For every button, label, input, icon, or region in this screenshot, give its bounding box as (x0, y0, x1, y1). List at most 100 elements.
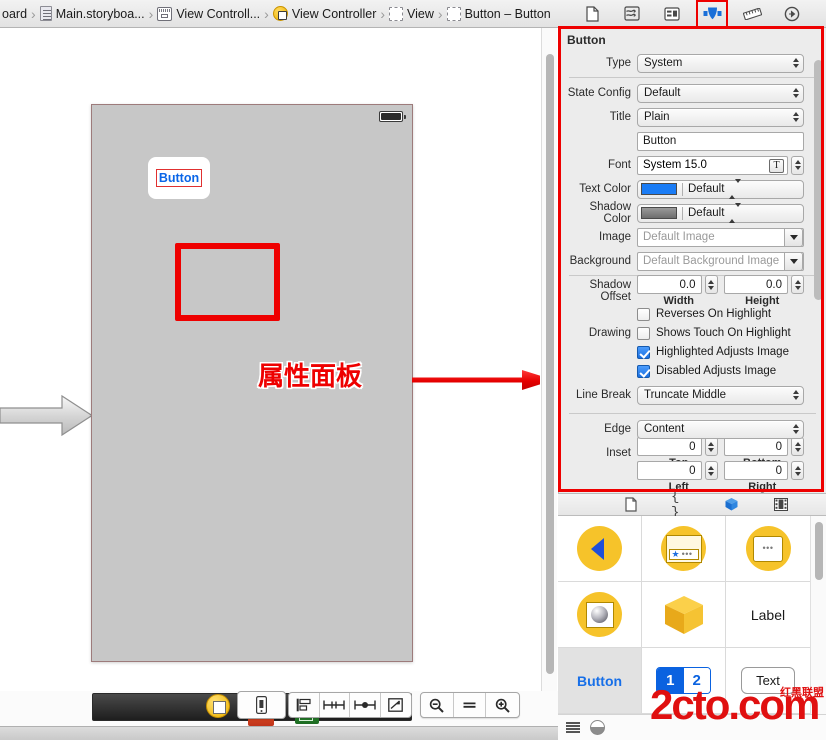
shadow-offset-height-stepper[interactable] (791, 275, 804, 294)
shadow-color-swatch[interactable] (641, 207, 677, 219)
canvas-vertical-scrollbar[interactable] (541, 28, 557, 691)
library-item-button-text: Button (577, 673, 622, 689)
canvas-scrollbar-thumb[interactable] (546, 54, 554, 674)
reverses-on-highlight-checkbox[interactable] (637, 308, 650, 321)
drawing-option-1[interactable]: Drawing Shows Touch On Highlight (559, 324, 826, 342)
attributes-inspector-tab[interactable] (701, 4, 723, 24)
canvas-button[interactable]: Button (148, 157, 210, 199)
inset-left-input[interactable]: 0 (637, 461, 702, 480)
inset-left-value: 0 (689, 465, 695, 477)
library-scrollbar-thumb[interactable] (815, 522, 823, 580)
library-item-object[interactable] (642, 582, 726, 648)
drawing-option-2[interactable]: Highlighted Adjusts Image (559, 343, 826, 361)
device-preview-button[interactable] (238, 692, 285, 718)
background-combo[interactable]: Default Background Image (637, 252, 804, 271)
align-button[interactable] (289, 693, 320, 717)
pin-button[interactable] (320, 693, 351, 717)
inset-right-stepper[interactable] (791, 461, 804, 480)
shadow-offset-width-input[interactable]: 0.0 (637, 275, 702, 294)
library-item-label[interactable]: Label (726, 582, 810, 648)
view-controller-dock-icon[interactable] (206, 694, 230, 718)
highlighted-adjusts-image-checkbox[interactable] (637, 346, 650, 359)
resizing-behavior-button[interactable] (381, 693, 411, 717)
code-snippet-library-tab[interactable]: { } (671, 496, 691, 513)
library-item-toolbar-item[interactable]: ••• (726, 516, 810, 582)
breadcrumb-item-4[interactable]: View (389, 7, 434, 21)
identity-inspector-tab[interactable] (661, 4, 683, 24)
inspector-scrollbar-thumb[interactable] (814, 60, 823, 300)
media-library-tab[interactable] (771, 496, 791, 513)
file-inspector-tab[interactable] (581, 4, 603, 24)
inset-top-stepper[interactable] (705, 437, 718, 456)
inset-bottom-stepper[interactable] (791, 437, 804, 456)
tab-bar-item-icon: ★••• (661, 526, 706, 571)
drawing-option-0[interactable]: Reverses On Highlight (559, 305, 826, 323)
library-item-text-field[interactable]: Text (726, 648, 810, 714)
library-item-button[interactable]: Button (558, 648, 642, 714)
button-icon (447, 7, 461, 21)
connections-inspector-tab[interactable] (781, 4, 803, 24)
chevron-down-icon[interactable] (784, 252, 803, 271)
breadcrumb-item-2[interactable]: View Controll... (157, 7, 260, 21)
attributes-inspector-icon (703, 6, 722, 21)
library-item-nav-back[interactable] (558, 516, 642, 582)
inset-top-value: 0 (689, 441, 695, 453)
drawing-option-label: Shows Touch On Highlight (656, 327, 791, 339)
zoom-button-group[interactable] (420, 692, 520, 718)
inspector-scrollbar[interactable] (814, 60, 823, 493)
edge-select[interactable]: Content (637, 420, 804, 439)
line-break-value: Truncate Middle (644, 389, 726, 401)
chevron-updown-icon (793, 58, 799, 68)
inset-top-input[interactable]: 0 (637, 437, 702, 456)
library-item-image-view[interactable] (558, 582, 642, 648)
breadcrumb-separator: › (380, 6, 385, 22)
font-input[interactable]: System 15.0 T (637, 156, 788, 175)
state-config-label: State Config (559, 87, 637, 99)
title-style-select[interactable]: Plain (637, 108, 804, 127)
autolayout-button-group[interactable] (288, 692, 412, 718)
title-style-row: Title Plain (559, 107, 826, 127)
text-color-select[interactable]: Default (637, 180, 804, 199)
disabled-adjusts-image-checkbox[interactable] (637, 365, 650, 378)
library-options-icon[interactable] (590, 720, 605, 735)
library-vertical-scrollbar[interactable] (810, 516, 826, 714)
object-library-tab[interactable] (721, 496, 741, 513)
breadcrumb-item-0[interactable]: oard (0, 7, 27, 21)
state-config-select[interactable]: Default (637, 84, 804, 103)
shows-touch-on-highlight-checkbox[interactable] (637, 327, 650, 340)
device-preview-button-group[interactable] (237, 691, 286, 719)
zoom-out-button[interactable] (421, 693, 454, 717)
library-item-segmented-control[interactable]: 1 2 (642, 648, 726, 714)
quick-help-inspector-tab[interactable] (621, 4, 643, 24)
inset-bottom-input[interactable]: 0 (724, 437, 789, 456)
breadcrumb-item-1[interactable]: Main.storyboa... (40, 6, 145, 21)
inspector-section-title: Button (559, 28, 826, 53)
font-size-stepper[interactable] (791, 156, 804, 175)
drawing-option-3[interactable]: Disabled Adjusts Image (559, 362, 826, 380)
zoom-actual-size-button[interactable] (454, 693, 487, 717)
inset-left-stepper[interactable] (705, 461, 718, 480)
font-picker-icon[interactable]: T (769, 159, 784, 173)
breadcrumb-item-5[interactable]: Button – Button (447, 7, 551, 21)
list-view-icon[interactable] (566, 722, 580, 734)
type-select[interactable]: System (637, 54, 804, 73)
library-item-tab-bar-item[interactable]: ★••• (642, 516, 726, 582)
file-template-library-tab[interactable] (621, 496, 641, 513)
resolve-issues-button[interactable] (350, 693, 381, 717)
shadow-offset-width-stepper[interactable] (705, 275, 718, 294)
shadow-offset-height-input[interactable]: 0.0 (724, 275, 789, 294)
chevron-down-icon[interactable] (784, 228, 803, 247)
inset-right-input[interactable]: 0 (724, 461, 789, 480)
text-color-swatch[interactable] (641, 183, 677, 195)
image-combo[interactable]: Default Image (637, 228, 804, 247)
line-break-row: Line Break Truncate Middle (559, 385, 826, 405)
size-inspector-tab[interactable] (741, 4, 763, 24)
title-text-input[interactable]: Button (637, 132, 804, 151)
shadow-color-select[interactable]: Default (637, 204, 804, 223)
view-controller-scene[interactable]: Button (91, 104, 413, 662)
line-break-select[interactable]: Truncate Middle (637, 386, 804, 405)
storyboard-canvas[interactable]: Button 属性面板 (0, 28, 540, 691)
zoom-in-button[interactable] (486, 693, 519, 717)
breadcrumb-item-3[interactable]: View Controller (273, 6, 377, 21)
image-placeholder: Default Image (643, 231, 715, 243)
